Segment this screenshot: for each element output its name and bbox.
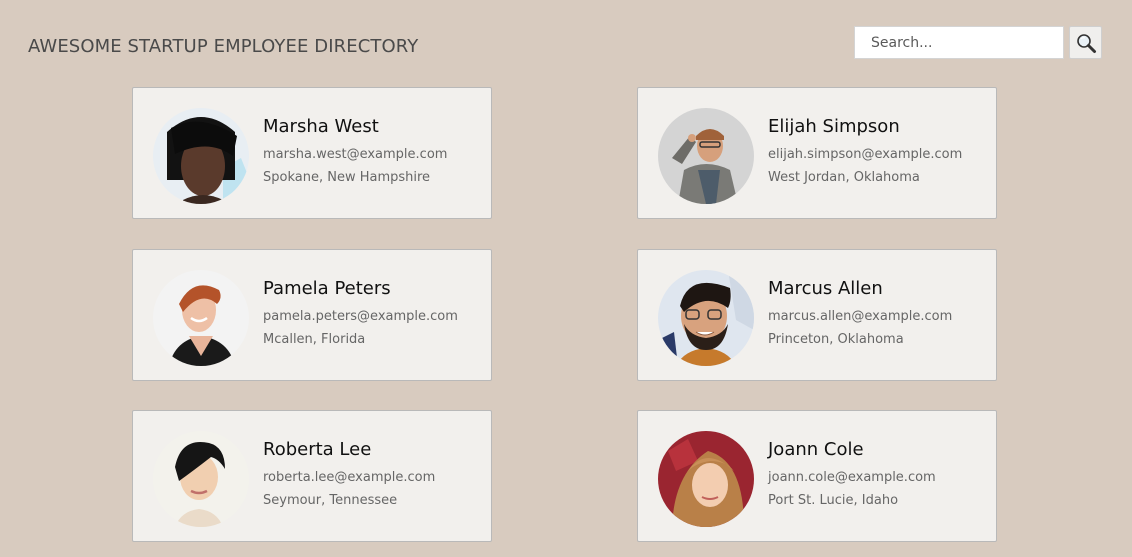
search-input[interactable] <box>854 26 1064 59</box>
employee-location: Princeton, Oklahoma <box>768 332 904 347</box>
page-title: AWESOME STARTUP EMPLOYEE DIRECTORY <box>28 36 419 57</box>
employee-card[interactable]: Marsha West marsha.west@example.com Spok… <box>132 87 492 219</box>
employee-card[interactable]: Roberta Lee roberta.lee@example.com Seym… <box>132 410 492 542</box>
employee-location: West Jordan, Oklahoma <box>768 170 920 185</box>
employee-email: joann.cole@example.com <box>768 470 936 485</box>
employee-location: Spokane, New Hampshire <box>263 170 431 185</box>
magnifier-icon <box>1076 33 1096 53</box>
employee-name: Roberta Lee <box>263 439 372 460</box>
avatar <box>153 108 249 204</box>
search-form <box>854 26 1102 59</box>
search-button[interactable] <box>1069 26 1102 59</box>
avatar <box>658 270 754 366</box>
employee-name: Marsha West <box>263 116 379 137</box>
employee-email: pamela.peters@example.com <box>263 309 458 324</box>
employee-name: Pamela Peters <box>263 278 391 299</box>
card-info: Joann Cole joann.cole@example.com Port S… <box>768 439 990 508</box>
avatar <box>658 431 754 527</box>
employee-card[interactable]: Joann Cole joann.cole@example.com Port S… <box>637 410 997 542</box>
avatar <box>153 270 249 366</box>
avatar <box>658 108 754 204</box>
employee-card[interactable]: Marcus Allen marcus.allen@example.com Pr… <box>637 249 997 381</box>
employee-email: roberta.lee@example.com <box>263 470 436 485</box>
employee-name: Elijah Simpson <box>768 116 900 137</box>
employee-location: Seymour, Tennessee <box>263 493 398 508</box>
card-info: Marsha West marsha.west@example.com Spok… <box>263 116 485 185</box>
employee-name: Joann Cole <box>768 439 864 460</box>
employee-email: marcus.allen@example.com <box>768 309 953 324</box>
card-info: Pamela Peters pamela.peters@example.com … <box>263 278 485 347</box>
card-info: Marcus Allen marcus.allen@example.com Pr… <box>768 278 990 347</box>
card-info: Elijah Simpson elijah.simpson@example.co… <box>768 116 990 185</box>
avatar <box>153 431 249 527</box>
card-info: Roberta Lee roberta.lee@example.com Seym… <box>263 439 485 508</box>
employee-name: Marcus Allen <box>768 278 883 299</box>
employee-location: Port St. Lucie, Idaho <box>768 493 899 508</box>
employee-card[interactable]: Pamela Peters pamela.peters@example.com … <box>132 249 492 381</box>
employee-email: elijah.simpson@example.com <box>768 147 963 162</box>
employee-location: Mcallen, Florida <box>263 332 366 347</box>
employee-card[interactable]: Elijah Simpson elijah.simpson@example.co… <box>637 87 997 219</box>
employee-email: marsha.west@example.com <box>263 147 448 162</box>
